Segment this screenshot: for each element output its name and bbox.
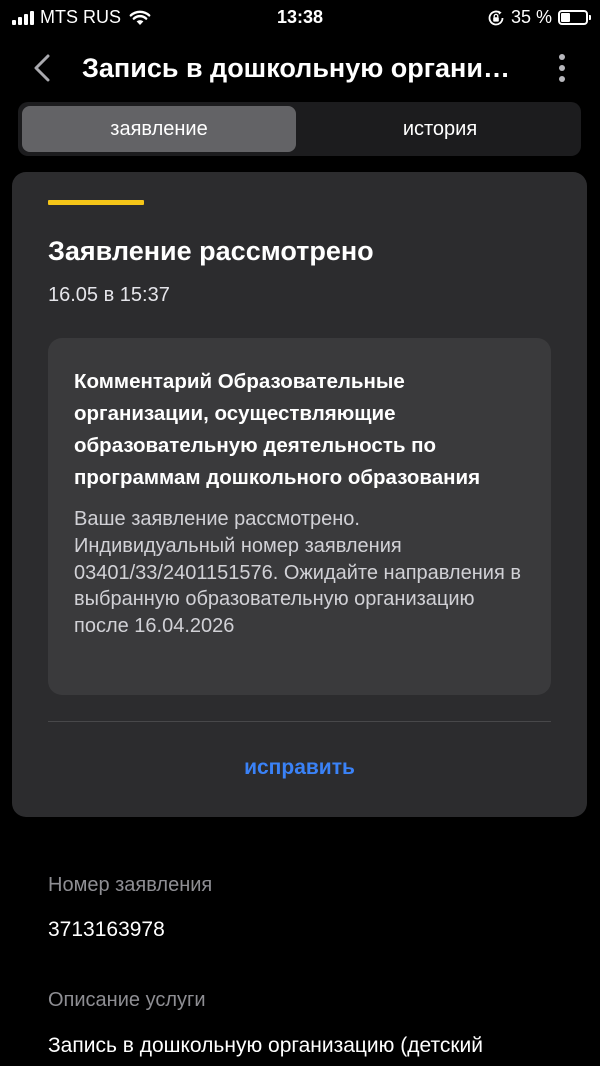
application-number-label: Номер заявления (48, 874, 213, 896)
service-description-label: Описание услуги (48, 989, 206, 1011)
edit-button[interactable]: исправить (12, 756, 587, 780)
status-bar: MTS RUS 13:38 35 % (0, 0, 600, 34)
tab-history[interactable]: история (303, 106, 577, 152)
status-title: Заявление рассмотрено (48, 236, 374, 266)
service-description-value: Запись в дошкольную организацию (детский (48, 1034, 484, 1057)
nav-bar: Запись в дошкольную организацию (0, 42, 600, 94)
more-vertical-icon (559, 54, 565, 60)
status-accent-bar (48, 200, 144, 205)
battery-percent: 35 % (510, 7, 552, 27)
rotation-lock-icon (488, 10, 504, 25)
status-card: Заявление рассмотрено 16.05 в 15:37 Комм… (12, 172, 587, 817)
comment-body: Ваше заявление рассмотрено. Индивидуальн… (74, 508, 521, 638)
status-date: 16.05 в 15:37 (48, 284, 170, 306)
more-button[interactable] (552, 52, 572, 84)
segmented-tabs: заявление история (18, 102, 581, 156)
tab-application[interactable]: заявление (22, 106, 296, 152)
comment-box: Комментарий Образовательные организации,… (48, 338, 551, 695)
page-title: Запись в дошкольную организацию (82, 53, 512, 83)
application-number-value: 3713163978 (48, 918, 165, 941)
status-right: 35 % (487, 7, 591, 28)
comment-title: Комментарий Образовательные организации,… (74, 370, 481, 489)
screen: MTS RUS 13:38 35 % Запись в дошкольную о… (0, 0, 600, 1066)
back-button[interactable] (28, 52, 56, 84)
card-divider (48, 721, 551, 722)
battery-icon (558, 10, 591, 25)
chevron-left-icon (34, 54, 50, 82)
